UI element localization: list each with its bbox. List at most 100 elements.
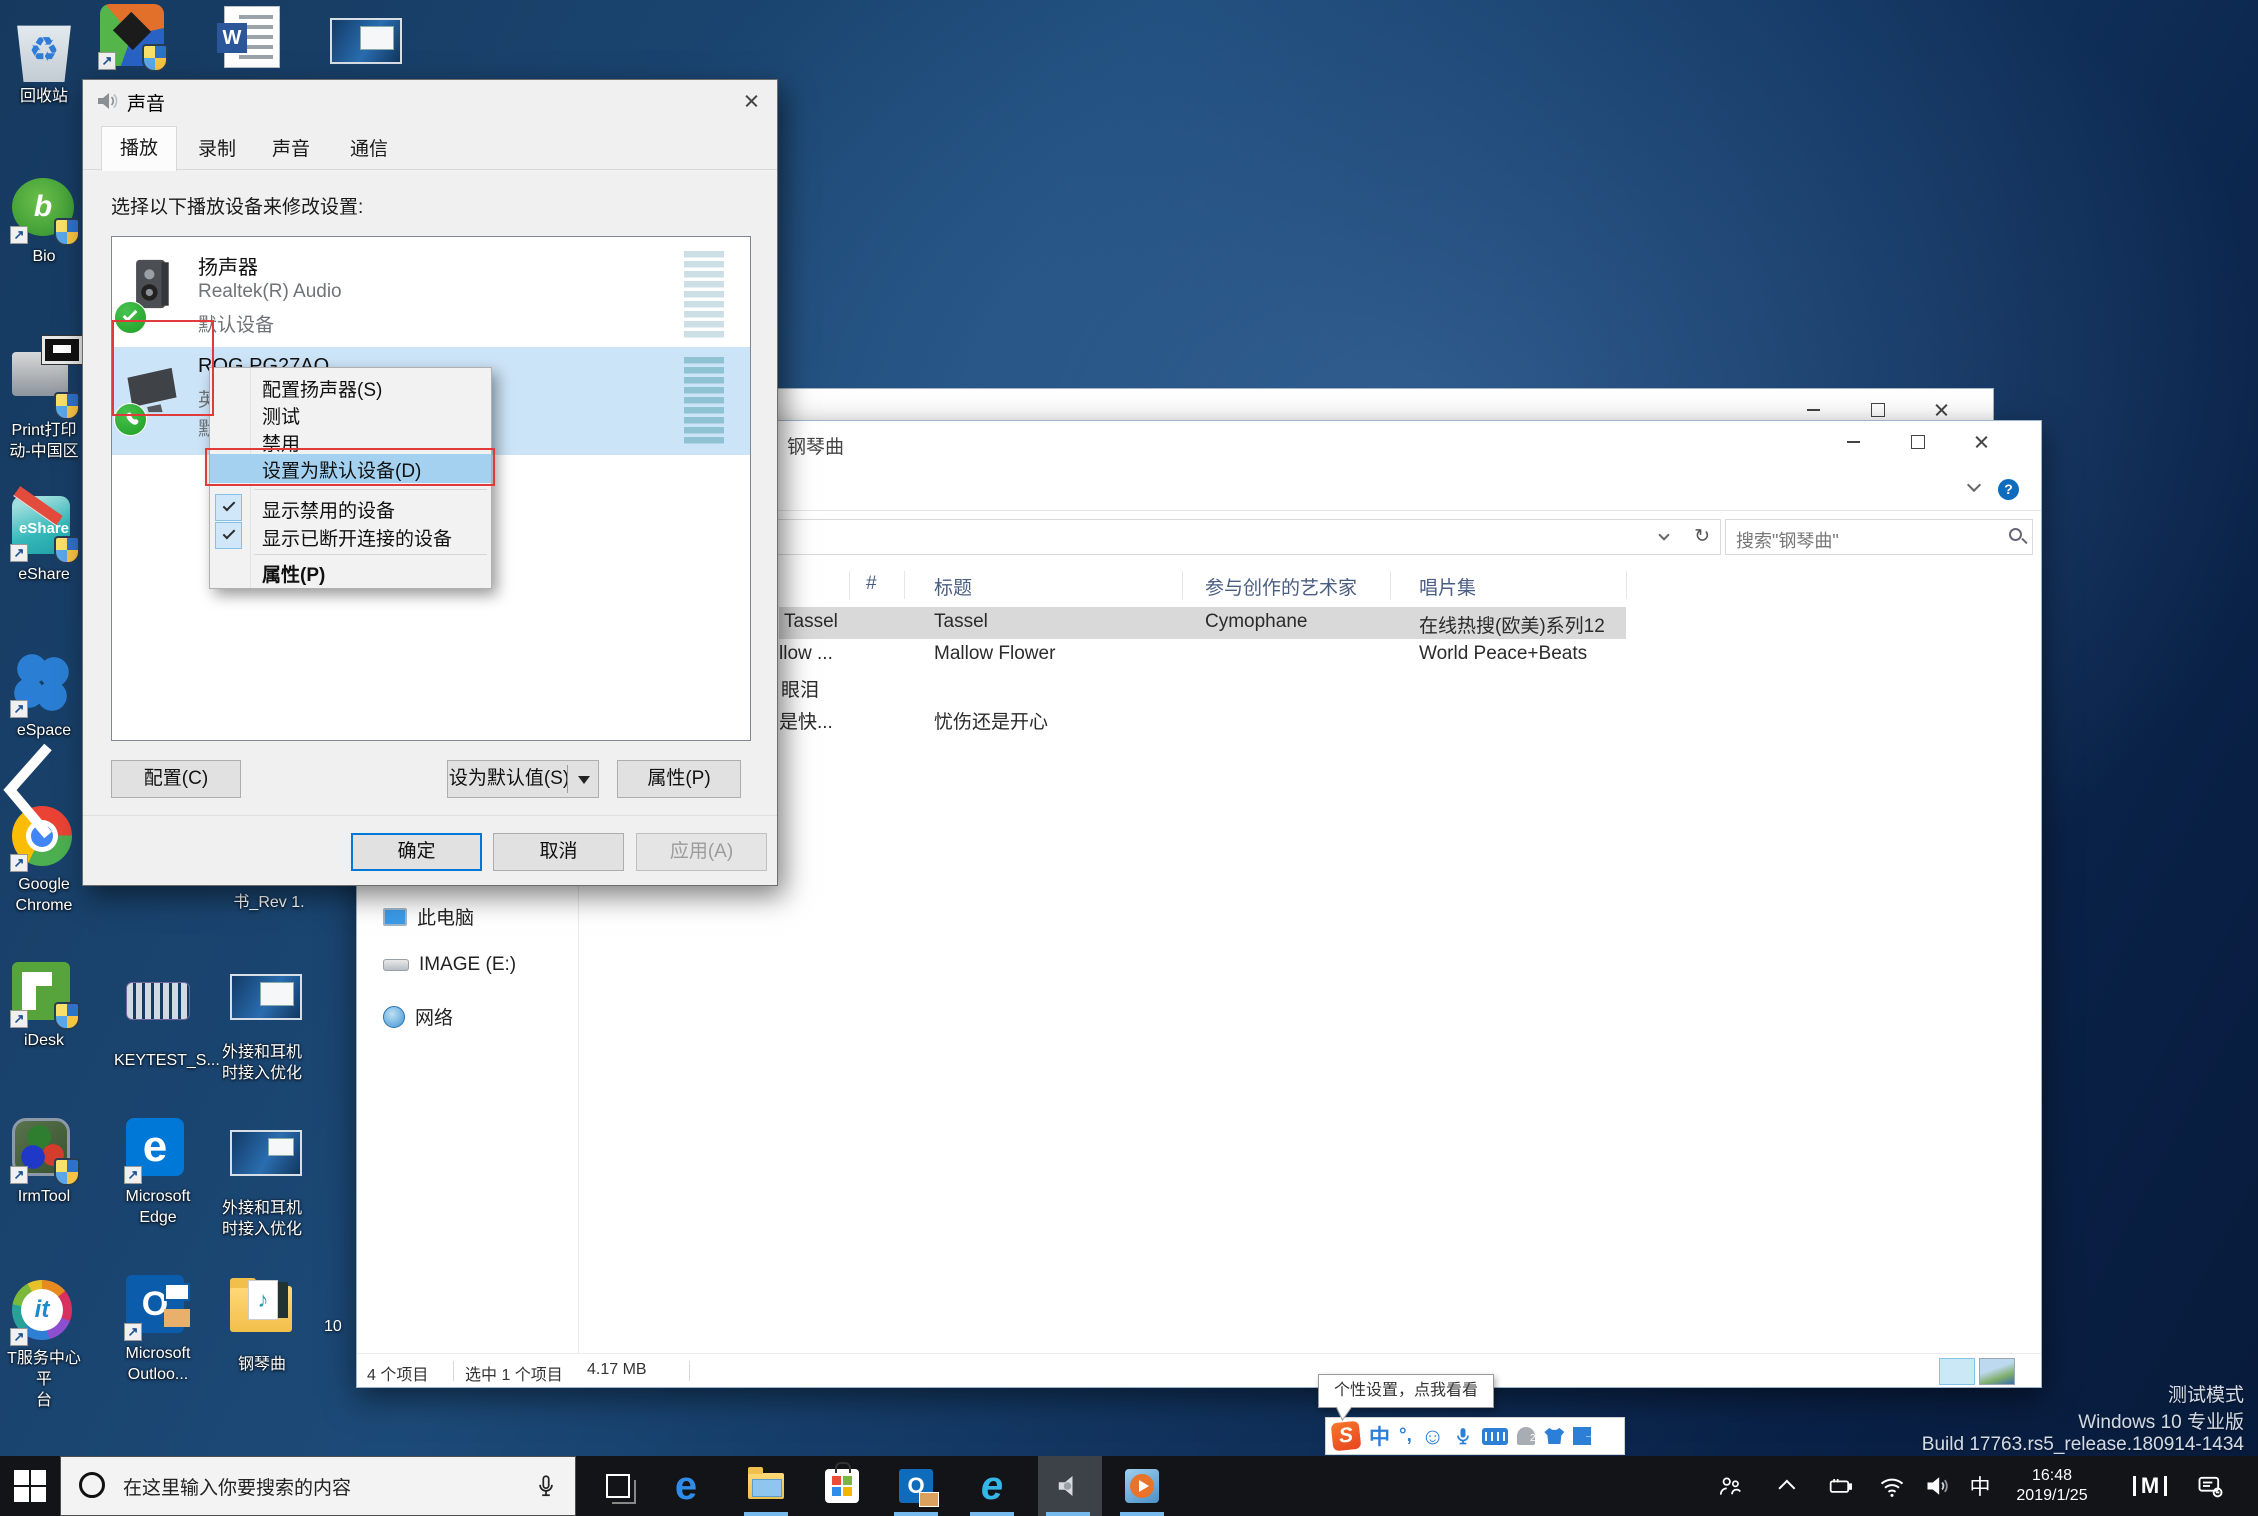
dialog-titlebar[interactable]: 声音: [83, 80, 777, 122]
recycle-glyph: ♻: [29, 30, 59, 70]
menu-item-show-disabled[interactable]: 显示禁用的设备: [210, 494, 491, 521]
set-default-label: 设为默认值(S): [449, 768, 569, 789]
desktop-icon-espace[interactable]: ↗ eSpace: [0, 652, 88, 741]
ok-button[interactable]: 确定: [351, 833, 482, 871]
desktop-icon-piano-folder[interactable]: ♪ 钢琴曲: [218, 1272, 306, 1375]
column-header-title[interactable]: 标题: [934, 573, 972, 600]
nav-item-image-drive[interactable]: IMAGE (E:): [383, 954, 516, 976]
voice-input-icon[interactable]: [1453, 1425, 1473, 1447]
screenshot-thumbnail-icon: [230, 1130, 302, 1176]
taskbar-media-player[interactable]: [1112, 1456, 1172, 1516]
tray-ime-indicator[interactable]: 中: [1962, 1456, 1998, 1516]
tray-battery[interactable]: [1822, 1456, 1858, 1516]
dropdown-arrow-icon[interactable]: [578, 776, 590, 784]
close-button[interactable]: [1949, 421, 2013, 463]
start-button[interactable]: [14, 1470, 46, 1502]
desktop-icon-eprint[interactable]: Print打印动-中国区: [0, 336, 88, 462]
taskbar-search[interactable]: 在这里输入你要搜索的内容: [60, 1456, 576, 1516]
desktop-icon-screenshot2[interactable]: 外接和耳机时接入优化: [218, 1118, 306, 1240]
desktop-icon-screenshot-top[interactable]: [318, 6, 406, 82]
refresh-icon[interactable]: ↻: [1694, 525, 1710, 548]
taskbar-sound-active[interactable]: [1038, 1456, 1102, 1516]
properties-button[interactable]: 属性(P): [617, 760, 741, 798]
soft-keyboard-icon[interactable]: [1482, 1428, 1508, 1445]
watermark-line: 测试模式: [1922, 1380, 2244, 1407]
cell-title: Tassel: [934, 611, 988, 633]
configure-button[interactable]: 配置(C): [111, 760, 241, 798]
ime-mode-toggle[interactable]: 中: [1369, 1421, 1390, 1451]
punctuation-toggle[interactable]: °,: [1399, 1425, 1412, 1447]
microphone-icon[interactable]: [533, 1472, 559, 1500]
desktop-icon-keytest[interactable]: KEYTEST_S...: [114, 962, 202, 1071]
task-view-button[interactable]: [606, 1474, 630, 1498]
icon-label: 动-中国区: [9, 443, 78, 460]
desktop-icon-bio[interactable]: b ↗ Bio: [0, 178, 88, 267]
tray-action-center[interactable]: [2188, 1456, 2232, 1516]
desktop-icon-eshare[interactable]: eShare ↗ eShare: [0, 496, 88, 585]
tab-playback[interactable]: 播放: [101, 126, 177, 171]
desktop-icon-outlook[interactable]: O ↗ MicrosoftOutloo...: [114, 1275, 202, 1385]
desktop-icon-screenshot1[interactable]: 外接和耳机时接入优化: [218, 962, 306, 1084]
check-icon: [123, 307, 138, 322]
taskbar-store[interactable]: [812, 1456, 872, 1516]
skin-icon[interactable]: [1544, 1428, 1564, 1444]
uac-shield-icon: [54, 1158, 80, 1186]
tray-clock[interactable]: 16:482019/1/25: [2002, 1456, 2102, 1516]
menu-item-properties[interactable]: 属性(P): [210, 558, 491, 585]
cell-name: Tassel: [784, 611, 838, 633]
emoji-icon[interactable]: ☺: [1421, 1423, 1444, 1450]
column-header-artist[interactable]: 参与创作的艺术家: [1205, 573, 1357, 600]
set-default-split-button[interactable]: 设为默认值(S): [447, 760, 599, 798]
running-indicator: [894, 1512, 938, 1516]
tray-chevron-up[interactable]: [1774, 1456, 1804, 1516]
tray-m-logo[interactable]: M: [2128, 1456, 2172, 1516]
desktop-icon-cube-app[interactable]: ↗: [88, 4, 176, 68]
ribbon-expand-icon[interactable]: [1967, 478, 1981, 492]
nav-item-this-pc[interactable]: 此电脑: [383, 903, 474, 930]
desktop-icon-irmtool[interactable]: ↗ IrmTool: [0, 1118, 88, 1207]
search-box[interactable]: 搜索"钢琴曲": [1725, 519, 2033, 555]
menu-item-disable[interactable]: 禁用: [210, 427, 491, 454]
desktop-icon-idesk[interactable]: ↗ iDesk: [0, 962, 88, 1051]
taskbar-edge[interactable]: e: [656, 1456, 716, 1516]
sogou-logo-icon[interactable]: S: [1331, 1421, 1362, 1452]
tray-volume[interactable]: [1920, 1456, 1956, 1516]
desktop-icon-recycle-bin[interactable]: ♻ 回收站: [0, 18, 88, 107]
cancel-button[interactable]: 取消: [493, 833, 624, 871]
account-icon[interactable]: 2: [1517, 1427, 1535, 1445]
tray-wifi[interactable]: [1874, 1456, 1910, 1516]
apply-button[interactable]: 应用(A): [636, 833, 767, 871]
tab-sounds[interactable]: 声音: [255, 130, 327, 170]
desktop-icon-it-service[interactable]: it ↗ T服务中心平台: [0, 1280, 88, 1411]
tray-people-icon[interactable]: [1712, 1456, 1748, 1516]
help-icon[interactable]: ?: [1998, 479, 2019, 500]
address-dropdown-icon[interactable]: [1658, 529, 1669, 540]
menu-item-test[interactable]: 测试: [210, 400, 491, 427]
menu-label: 禁用: [262, 429, 300, 456]
menu-item-set-default-device[interactable]: 设置为默认设备(D): [210, 454, 491, 483]
watermark-line: Windows 10 专业版: [1922, 1407, 2244, 1434]
taskbar-internet-explorer[interactable]: e: [962, 1456, 1022, 1516]
close-icon[interactable]: [719, 80, 777, 120]
menu-item-configure-speakers[interactable]: 配置扬声器(S): [210, 373, 491, 400]
edge-icon: e: [675, 1466, 697, 1506]
nav-label: 此电脑: [417, 903, 474, 930]
desktop-icon-edge[interactable]: e ↗ MicrosoftEdge: [114, 1118, 202, 1228]
maximize-button[interactable]: [1885, 421, 1949, 463]
device-row-speakers[interactable]: 扬声器 Realtek(R) Audio 默认设备: [112, 243, 750, 345]
taskbar-outlook[interactable]: O: [886, 1456, 946, 1516]
tab-recording[interactable]: 录制: [181, 130, 253, 170]
nav-item-network[interactable]: 网络: [383, 1003, 453, 1030]
column-header-number[interactable]: #: [866, 573, 877, 595]
instruction-text: 选择以下播放设备来修改设置:: [111, 192, 363, 219]
tab-communications[interactable]: 通信: [329, 130, 409, 170]
toolbox-grid-icon[interactable]: [1573, 1427, 1591, 1445]
minimize-button[interactable]: [1821, 421, 1885, 463]
menu-item-show-disconnected[interactable]: 显示已断开连接的设备: [210, 522, 491, 549]
comment-icon: [2196, 1472, 2224, 1500]
column-header-album[interactable]: 唱片集: [1419, 573, 1476, 600]
search-icon[interactable]: [2009, 528, 2022, 541]
device-description: Realtek(R) Audio: [198, 281, 342, 303]
taskbar-file-explorer[interactable]: [736, 1456, 796, 1516]
desktop-icon-word-doc[interactable]: W: [212, 6, 300, 70]
